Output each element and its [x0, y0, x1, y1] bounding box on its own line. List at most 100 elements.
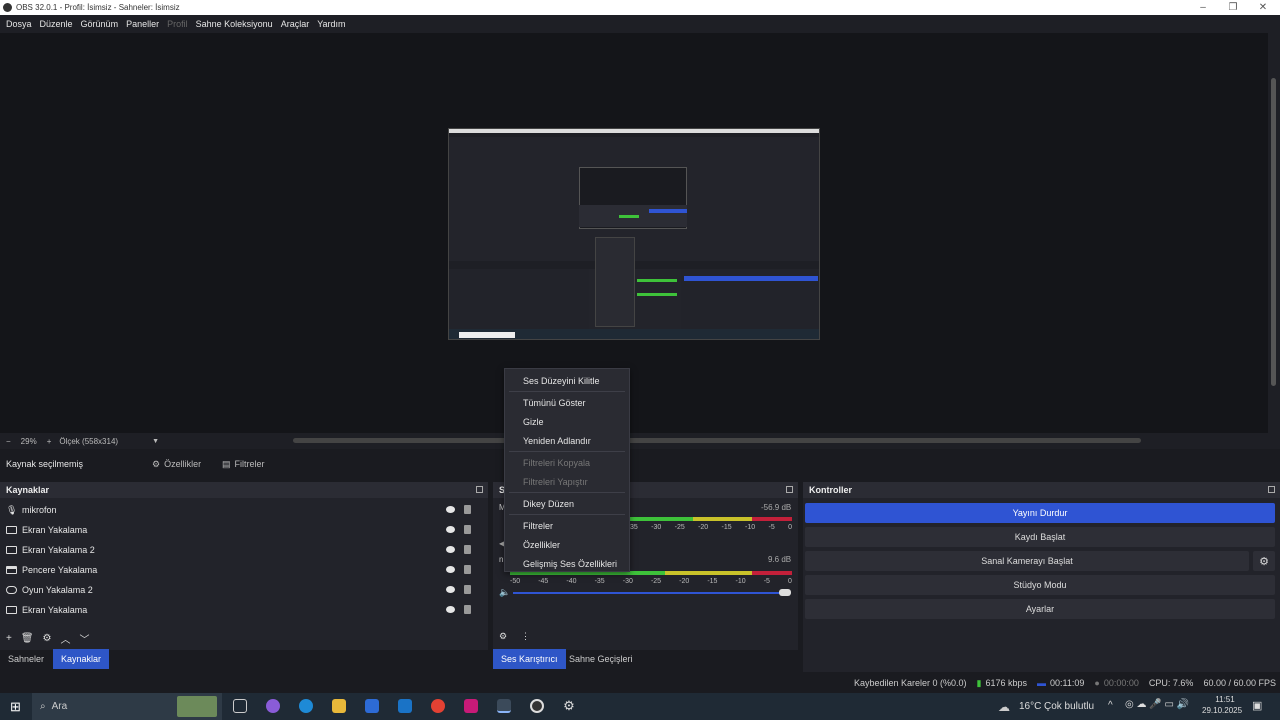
more-options-icon[interactable]: ⋮: [521, 631, 530, 642]
menu-item-hide[interactable]: Gizle: [505, 412, 629, 431]
advanced-audio-icon[interactable]: ⚙: [499, 631, 507, 642]
source-row[interactable]: Ekran Yakalama: [0, 520, 488, 540]
edge-icon[interactable]: [299, 699, 313, 713]
start-recording-button[interactable]: Kaydı Başlat: [805, 527, 1275, 547]
bitrate-status: ▮ 6176 kbps: [976, 677, 1028, 689]
menu-item-advanced-audio[interactable]: Gelişmiş Ses Özellikleri: [505, 554, 629, 573]
clock-time[interactable]: 11:51: [1210, 695, 1240, 704]
virtual-camera-settings-gear-icon[interactable]: ⚙: [1253, 551, 1275, 571]
start-virtual-camera-button[interactable]: Sanal Kamerayı Başlat: [805, 551, 1249, 571]
taskbar-search[interactable]: ⌕ Ara: [32, 693, 222, 720]
menu-tools[interactable]: Araçlar: [277, 19, 314, 29]
search-placeholder: Ara: [51, 701, 68, 712]
windows-start-icon[interactable]: ⊞: [10, 699, 21, 715]
lock-icon[interactable]: [464, 505, 471, 514]
menu-edit[interactable]: Düzenle: [36, 19, 77, 29]
visibility-eye-icon[interactable]: [446, 586, 455, 593]
menu-item-show-all[interactable]: Tümünü Göster: [505, 393, 629, 412]
filters-button[interactable]: ▤ Filtreler: [216, 455, 271, 473]
undock-icon[interactable]: [786, 486, 793, 493]
chrome-icon[interactable]: [431, 699, 445, 713]
source-row[interactable]: Pencere Yakalama: [0, 560, 488, 580]
lock-icon[interactable]: [464, 525, 471, 534]
source-row[interactable]: Ekran Yakalama: [0, 600, 488, 620]
menu-item-paste-filters: Filtreleri Yapıştır: [523, 476, 588, 487]
cpu-usage: CPU: 7.6%: [1148, 678, 1194, 688]
move-down-icon[interactable]: ﹀: [80, 631, 90, 646]
stop-streaming-button[interactable]: Yayını Durdur: [805, 503, 1275, 523]
menu-file[interactable]: Dosya: [2, 19, 36, 29]
obs-taskbar-icon[interactable]: [530, 699, 544, 713]
move-up-icon[interactable]: ︿: [61, 631, 71, 646]
menu-item-filters[interactable]: Filtreler: [505, 516, 629, 535]
chevron-down-icon[interactable]: ▼: [152, 438, 159, 445]
preview-vertical-scrollbar[interactable]: [1268, 33, 1280, 433]
task-view-icon[interactable]: [233, 699, 247, 713]
store-icon[interactable]: [365, 699, 379, 713]
monitor-icon: [6, 526, 17, 534]
source-properties-gear-icon[interactable]: ⚙: [43, 633, 52, 644]
weather-desc[interactable]: Çok bulutlu: [1044, 701, 1094, 712]
minimize-button[interactable]: –: [1188, 0, 1218, 15]
undock-icon[interactable]: [1268, 486, 1275, 493]
source-label: Oyun Yakalama 2: [22, 585, 93, 595]
visibility-eye-icon[interactable]: [446, 546, 455, 553]
tab-sources[interactable]: Kaynaklar: [53, 649, 110, 669]
menu-item-lock-volume[interactable]: Ses Düzeyini Kilitle: [505, 371, 629, 390]
lock-icon[interactable]: [464, 545, 471, 554]
window-title: OBS 32.0.1 - Profil: İsimsiz - Sahneler:…: [16, 3, 180, 12]
studio-mode-button[interactable]: Stüdyo Modu: [805, 575, 1275, 595]
weather-temp[interactable]: 16°C: [1019, 701, 1041, 712]
close-button[interactable]: ✕: [1248, 0, 1278, 15]
file-explorer-icon[interactable]: [332, 699, 346, 713]
settings-button[interactable]: Ayarlar: [805, 599, 1275, 619]
zoom-in-icon[interactable]: +: [47, 437, 52, 446]
add-source-icon[interactable]: +: [6, 633, 12, 644]
lock-icon[interactable]: [464, 585, 471, 594]
source-row[interactable]: Oyun Yakalama 2: [0, 580, 488, 600]
menu-item-rename[interactable]: Yeniden Adlandır: [505, 431, 629, 450]
source-row[interactable]: Ekran Yakalama 2: [0, 540, 488, 560]
tray-chevron-up-icon[interactable]: ^: [1108, 700, 1113, 711]
clock-date[interactable]: 29.10.2025: [1202, 706, 1242, 715]
maximize-button[interactable]: ❐: [1218, 0, 1248, 15]
properties-button[interactable]: ⚙ Özellikler: [146, 455, 207, 473]
volume-slider-track[interactable]: [513, 592, 783, 594]
tab-audio-mixer[interactable]: Ses Karıştırıcı: [493, 649, 566, 669]
source-row[interactable]: 🎙 mikrofon: [0, 500, 488, 520]
copilot-icon[interactable]: [266, 699, 280, 713]
undock-icon[interactable]: [476, 486, 483, 493]
notification-icon[interactable]: ▣: [1252, 699, 1262, 712]
lock-icon[interactable]: [464, 565, 471, 574]
tab-scene-transitions[interactable]: Sahne Geçişleri: [561, 649, 641, 669]
menu-item-vertical-layout[interactable]: Dikey Düzen: [505, 494, 629, 513]
filter-icon: ▤: [222, 458, 231, 469]
source-label: Ekran Yakalama: [22, 605, 88, 615]
menu-view[interactable]: Görünüm: [77, 19, 123, 29]
tray-icons[interactable]: ◎ ☁ 🎤 ▭ 🔊: [1125, 699, 1189, 710]
lock-icon[interactable]: [464, 605, 471, 614]
source-toolbar: Kaynak seçilmemiş ⚙ Özellikler ▤ Filtrel…: [0, 453, 1280, 475]
mail-icon[interactable]: [398, 699, 412, 713]
visibility-eye-icon[interactable]: [446, 506, 455, 513]
menu-profile[interactable]: Profil: [163, 19, 192, 29]
visibility-eye-icon[interactable]: [446, 566, 455, 573]
mixer-channel-1-meter-yellow: [693, 517, 752, 521]
settings-gear-icon[interactable]: ⚙: [562, 699, 576, 713]
remove-source-icon[interactable]: 🗑: [21, 633, 34, 644]
visibility-eye-icon[interactable]: [446, 526, 455, 533]
menu-item-properties[interactable]: Özellikler: [505, 535, 629, 554]
volume-slider-handle[interactable]: [779, 589, 791, 596]
preview-horizontal-scrollbar[interactable]: [293, 438, 1141, 443]
app-icon[interactable]: [464, 699, 478, 713]
scale-select[interactable]: Ölçek (558x314): [59, 437, 118, 446]
mixer-channel-2-meter-yellow: [665, 571, 752, 575]
visibility-eye-icon[interactable]: [446, 606, 455, 613]
menu-docks[interactable]: Paneller: [122, 19, 163, 29]
speaker-icon[interactable]: 🔈: [499, 587, 510, 598]
terminal-icon[interactable]: [497, 699, 511, 713]
tab-scenes[interactable]: Sahneler: [0, 649, 52, 669]
menu-scene-collection[interactable]: Sahne Koleksiyonu: [192, 19, 277, 29]
zoom-out-icon[interactable]: −: [6, 437, 11, 446]
menu-help[interactable]: Yardım: [313, 19, 349, 29]
